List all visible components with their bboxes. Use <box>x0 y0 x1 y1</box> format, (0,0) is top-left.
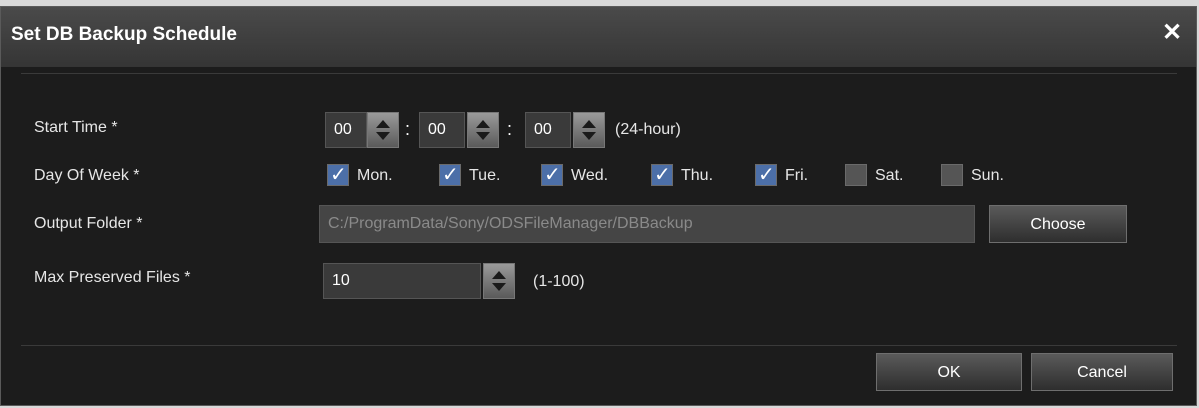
start-minute-spinner[interactable] <box>467 112 499 148</box>
dialog: Set DB Backup Schedule ✕ Start Time * 00… <box>0 6 1197 406</box>
spin-up-icon[interactable] <box>582 120 596 128</box>
cancel-button[interactable]: Cancel <box>1031 353 1173 391</box>
output-folder-field[interactable]: C:/ProgramData/Sony/ODSFileManager/DBBac… <box>319 205 975 243</box>
choose-button[interactable]: Choose <box>989 205 1127 243</box>
max-files-label: Max Preserved Files * <box>34 269 191 286</box>
start-time-label: Start Time * <box>34 119 118 136</box>
start-second-input[interactable]: 00 <box>525 112 571 148</box>
footer-divider <box>21 345 1177 346</box>
start-hour-input[interactable]: 00 <box>325 112 367 148</box>
day-checkbox[interactable] <box>941 164 963 186</box>
max-files-hint: (1-100) <box>533 273 585 290</box>
start-minute-input[interactable]: 00 <box>419 112 465 148</box>
day-checkbox[interactable] <box>327 162 349 187</box>
start-hour-spinner[interactable] <box>367 112 399 148</box>
day-checkbox[interactable] <box>541 162 563 187</box>
spin-down-icon[interactable] <box>582 132 596 140</box>
spin-up-icon[interactable] <box>376 120 390 128</box>
spin-down-icon[interactable] <box>476 132 490 140</box>
time-separator: : <box>405 119 411 139</box>
day-checkbox-label[interactable]: Thu. <box>681 167 713 185</box>
day-checkbox-label[interactable]: Fri. <box>785 167 808 185</box>
day-checkbox-label[interactable]: Wed. <box>571 167 608 185</box>
start-second-spinner[interactable] <box>573 112 605 148</box>
spin-up-icon[interactable] <box>492 271 506 279</box>
day-checkbox[interactable] <box>439 162 461 187</box>
day-checkbox[interactable] <box>651 162 673 187</box>
dialog-title: Set DB Backup Schedule <box>11 24 237 45</box>
spin-down-icon[interactable] <box>376 132 390 140</box>
time-separator: : <box>507 119 513 139</box>
day-checkbox[interactable] <box>845 164 867 186</box>
output-folder-label: Output Folder * <box>34 215 143 232</box>
max-files-spinner[interactable] <box>483 263 515 299</box>
close-icon[interactable]: ✕ <box>1158 19 1186 47</box>
spin-down-icon[interactable] <box>492 283 506 291</box>
ok-button[interactable]: OK <box>876 353 1022 391</box>
day-checkbox[interactable] <box>755 162 777 187</box>
day-checkbox-label[interactable]: Mon. <box>357 167 393 185</box>
max-files-input[interactable]: 10 <box>323 263 481 299</box>
day-of-week-label: Day Of Week * <box>34 167 140 184</box>
day-checkbox-label[interactable]: Sun. <box>971 167 1004 185</box>
day-checkbox-label[interactable]: Sat. <box>875 167 903 185</box>
day-checkbox-label[interactable]: Tue. <box>469 167 500 185</box>
title-bar: Set DB Backup Schedule ✕ <box>1 7 1196 67</box>
time-format-hint: (24-hour) <box>615 121 681 138</box>
spin-up-icon[interactable] <box>476 120 490 128</box>
